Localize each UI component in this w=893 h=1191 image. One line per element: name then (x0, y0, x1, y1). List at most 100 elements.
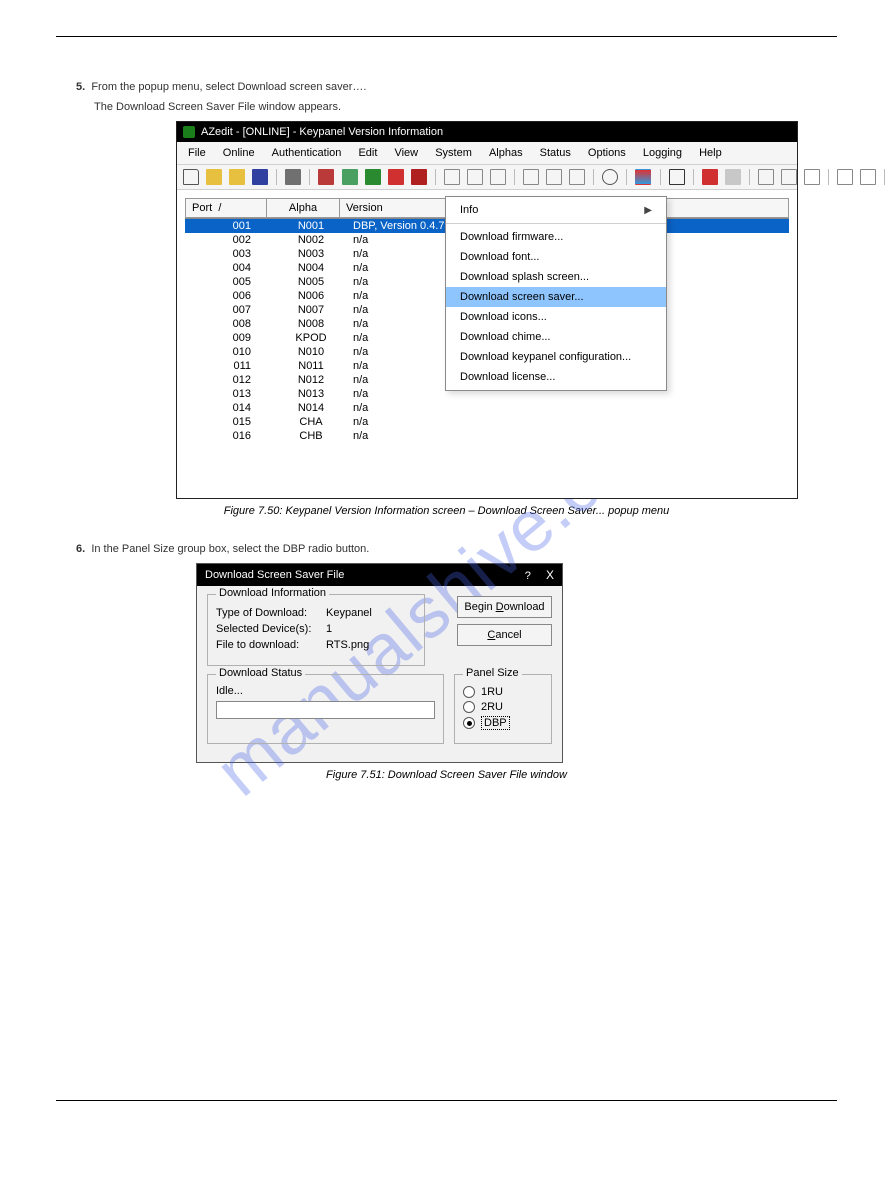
menu-logging[interactable]: Logging (636, 144, 689, 162)
cell-alpha: N001 (275, 219, 347, 233)
ctx-item[interactable]: Download chime... (446, 327, 666, 347)
tool-c-icon[interactable] (804, 169, 820, 185)
toolbar-sep (626, 169, 627, 185)
panel-size-radio[interactable]: DBP (463, 716, 543, 730)
menu-help[interactable]: Help (692, 144, 729, 162)
ctx-info-label: Info (460, 204, 478, 216)
ctx-item[interactable]: Download license... (446, 367, 666, 387)
ctx-item[interactable]: Download icons... (446, 307, 666, 327)
paint-icon[interactable] (635, 169, 651, 185)
back-icon[interactable] (702, 169, 718, 185)
open-icon[interactable] (206, 169, 222, 185)
save-icon[interactable] (252, 169, 268, 185)
cell-port: 012 (185, 373, 275, 387)
kv-row: Selected Device(s):1 (216, 623, 416, 635)
cell-port: 006 (185, 289, 275, 303)
ctx-info[interactable]: Info ▶ (446, 200, 666, 220)
panel-size-radio[interactable]: 2RU (463, 701, 543, 713)
cell-alpha: N002 (275, 233, 347, 247)
submenu-arrow-icon: ▶ (644, 205, 652, 216)
sort-indicator: / (218, 202, 221, 214)
ctx-divider (446, 223, 666, 224)
download-information-group: Download Information Type of Download:Ke… (207, 594, 425, 666)
cell-port: 013 (185, 387, 275, 401)
sync-icon[interactable] (365, 169, 381, 185)
kv-key: Selected Device(s): (216, 623, 326, 635)
dialog-close-button[interactable]: X (546, 568, 554, 582)
menu-view[interactable]: View (387, 144, 425, 162)
cut-icon[interactable] (523, 169, 539, 185)
cancel-button[interactable]: Cancel (457, 624, 552, 646)
table-row[interactable]: 016CHBn/a (185, 429, 789, 443)
download-status-group: Download Status Idle... (207, 674, 444, 744)
table-row[interactable]: 015CHAn/a (185, 415, 789, 429)
cell-port: 014 (185, 401, 275, 415)
tool-d-icon[interactable] (837, 169, 853, 185)
arrow-icon[interactable] (388, 169, 404, 185)
paste-icon[interactable] (229, 169, 245, 185)
menu-file[interactable]: File (181, 144, 213, 162)
cell-alpha: CHB (275, 429, 347, 443)
panel-size-radio[interactable]: 1RU (463, 686, 543, 698)
step-5-text: From the popup menu, select Download scr… (91, 81, 366, 93)
cell-port: 001 (185, 219, 275, 233)
dialog-button-column: Begin Download Cancel (457, 596, 552, 652)
tool-b-icon[interactable] (781, 169, 797, 185)
cancel-icon[interactable] (411, 169, 427, 185)
col-alpha[interactable]: Alpha (266, 198, 339, 218)
bottom-rule (56, 1100, 837, 1101)
ctx-item[interactable]: Download font... (446, 247, 666, 267)
redo-icon[interactable] (467, 169, 483, 185)
col-port[interactable]: Port / (185, 198, 266, 218)
begin-download-button[interactable]: Begin Download (457, 596, 552, 618)
ctx-item[interactable]: Download firmware... (446, 227, 666, 247)
copy-db-icon[interactable] (342, 169, 358, 185)
menu-options[interactable]: Options (581, 144, 633, 162)
dialog-help-button[interactable]: ? (525, 570, 531, 582)
cell-port: 007 (185, 303, 275, 317)
kv-key: Type of Download: (216, 607, 326, 619)
dialog-title-bar: Download Screen Saver File ? X (197, 564, 562, 586)
menu-authentication[interactable]: Authentication (265, 144, 349, 162)
menu-system[interactable]: System (428, 144, 479, 162)
btn-text: ancel (495, 629, 521, 641)
cell-port: 008 (185, 317, 275, 331)
cell-version: n/a (347, 429, 789, 443)
toolbar-sep (514, 169, 515, 185)
print-icon[interactable] (285, 169, 301, 185)
toolbar-sep (884, 169, 885, 185)
font-icon[interactable] (669, 169, 685, 185)
menu-alphas[interactable]: Alphas (482, 144, 530, 162)
send-icon[interactable] (318, 169, 334, 185)
tool-e-icon[interactable] (860, 169, 876, 185)
cell-alpha: N004 (275, 261, 347, 275)
tool-a-icon[interactable] (758, 169, 774, 185)
menu-status[interactable]: Status (533, 144, 578, 162)
ctx-item[interactable]: Download splash screen... (446, 267, 666, 287)
cell-alpha: N008 (275, 317, 347, 331)
ctx-item[interactable]: Download screen saver... (446, 287, 666, 307)
panel-size-group: Panel Size 1RU2RUDBP (454, 674, 552, 744)
undo-icon[interactable] (444, 169, 460, 185)
btn-text: ownload (504, 601, 545, 613)
figure-2-caption: Figure 7.51: Download Screen Saver File … (56, 769, 837, 781)
menu-online[interactable]: Online (216, 144, 262, 162)
paste-icon[interactable] (569, 169, 585, 185)
clear-icon[interactable] (490, 169, 506, 185)
table-row[interactable]: 014N014n/a (185, 401, 789, 415)
figure-1-caption: Figure 7.50: Keypanel Version Informatio… (56, 505, 837, 517)
cell-port: 010 (185, 345, 275, 359)
forward-icon[interactable] (725, 169, 741, 185)
menu-edit[interactable]: Edit (351, 144, 384, 162)
step-6-num: 6. (76, 543, 85, 555)
new-icon[interactable] (183, 169, 199, 185)
step-6-text: In the Panel Size group box, select the … (91, 543, 369, 555)
copy-icon[interactable] (546, 169, 562, 185)
search-icon[interactable] (602, 169, 618, 185)
cell-port: 011 (185, 359, 275, 373)
group-legend: Download Information (216, 587, 329, 599)
step-5-tail: The Download Screen Saver File window ap… (94, 101, 837, 113)
toolbar (177, 165, 797, 190)
ctx-item[interactable]: Download keypanel configuration... (446, 347, 666, 367)
kv-val: 1 (326, 623, 332, 635)
